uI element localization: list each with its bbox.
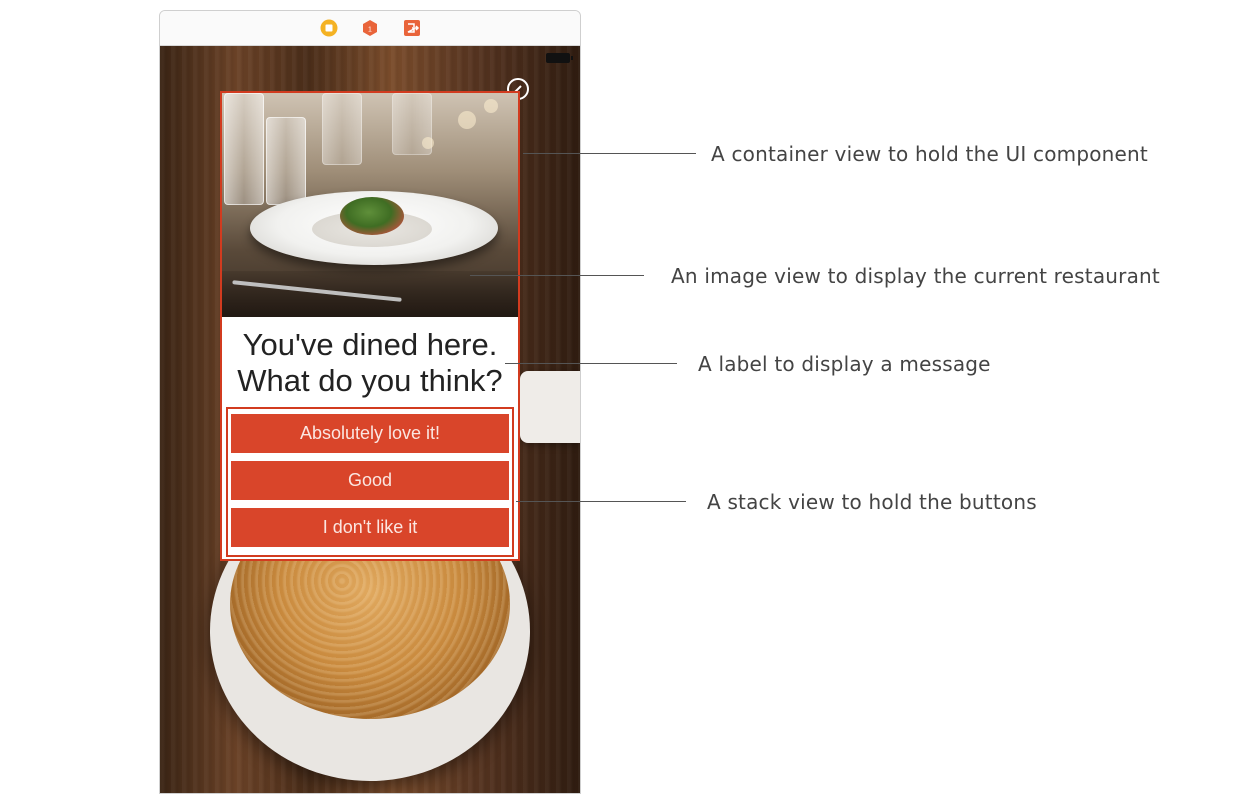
message-line-2: What do you think? xyxy=(237,363,503,398)
water-glass xyxy=(266,117,306,205)
restaurant-image-view xyxy=(222,93,518,317)
stack-callout-line xyxy=(516,501,686,502)
love-it-button[interactable]: Absolutely love it! xyxy=(231,411,509,453)
container-view: You've dined here. What do you think? Ab… xyxy=(220,91,520,561)
dont-like-it-button[interactable]: I don't like it xyxy=(231,505,509,547)
message-label: You've dined here. What do you think? xyxy=(222,319,518,407)
storyboard-scene: 1 You've dined here. What do you think? … xyxy=(159,10,581,794)
view-controller-icon[interactable] xyxy=(320,19,338,37)
wine-glass xyxy=(224,93,264,205)
bokeh-light xyxy=(458,111,476,129)
food-dish xyxy=(340,197,404,235)
svg-text:1: 1 xyxy=(368,27,372,34)
first-responder-icon[interactable]: 1 xyxy=(361,19,379,37)
bokeh-light xyxy=(422,137,434,149)
coffee-cup-handle xyxy=(520,371,580,443)
battery-icon xyxy=(546,53,573,63)
exit-icon[interactable] xyxy=(403,19,421,37)
image-annotation: An image view to display the current res… xyxy=(671,264,1160,288)
button-stack-view: Absolutely love it! Good I don't like it xyxy=(226,407,514,557)
container-callout-line xyxy=(523,153,696,154)
image-callout-line xyxy=(470,275,644,276)
stack-annotation: A stack view to hold the buttons xyxy=(707,490,1037,514)
label-annotation: A label to display a message xyxy=(698,352,991,376)
scene-dock: 1 xyxy=(160,11,580,46)
bokeh-light xyxy=(484,99,498,113)
label-callout-line xyxy=(505,363,677,364)
container-annotation: A container view to hold the UI componen… xyxy=(711,142,1148,166)
good-button[interactable]: Good xyxy=(231,458,509,500)
background-glass xyxy=(322,93,362,165)
message-line-1: You've dined here. xyxy=(242,327,498,362)
